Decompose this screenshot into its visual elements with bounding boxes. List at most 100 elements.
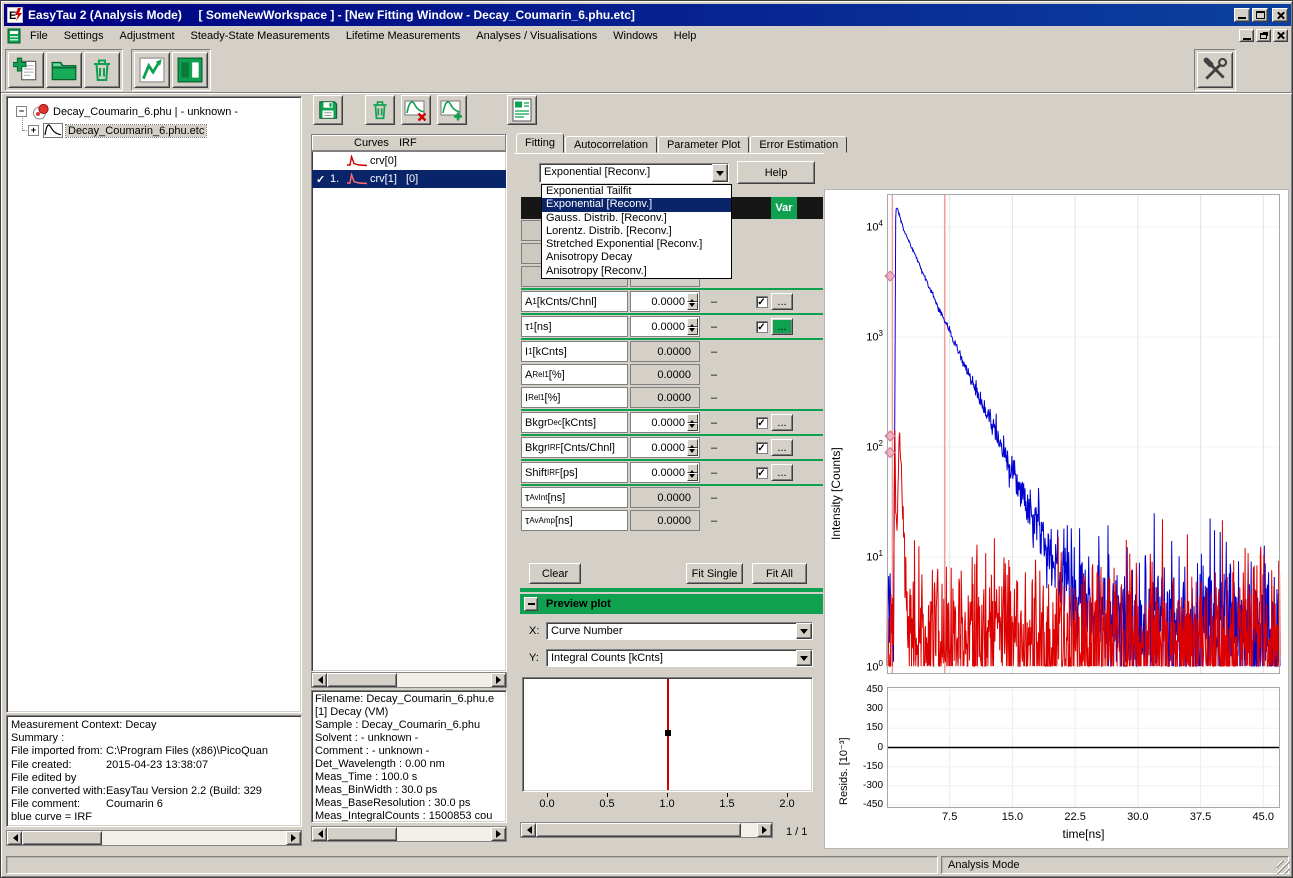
measurement-window-button[interactable] bbox=[172, 52, 208, 88]
workspace-tree[interactable]: − Decay_Coumarin_6.phu | - unknown - + D… bbox=[6, 96, 302, 713]
model-option-anisotropy-decay[interactable]: Anisotropy Decay bbox=[542, 251, 731, 264]
model-option-anisotropy-reconv[interactable]: Anisotropy [Reconv.] bbox=[542, 265, 731, 278]
value-spinner[interactable] bbox=[687, 414, 698, 431]
param-value-field[interactable]: 0.0000 bbox=[630, 437, 700, 458]
value-spinner[interactable] bbox=[687, 439, 698, 456]
tree-collapse-box[interactable]: − bbox=[16, 106, 27, 117]
menu-file[interactable]: File bbox=[22, 28, 56, 44]
decay-plot-svg[interactable] bbox=[887, 194, 1280, 674]
mdi-close-button[interactable] bbox=[1273, 29, 1288, 42]
scroll-right-button[interactable] bbox=[491, 827, 506, 841]
param-options-button[interactable]: ... bbox=[771, 293, 793, 310]
param-fit-checkbox[interactable]: ✓ bbox=[752, 467, 771, 479]
scroll-thumb[interactable] bbox=[327, 827, 397, 841]
scroll-right-button[interactable] bbox=[286, 831, 301, 845]
scroll-right-button[interactable] bbox=[491, 673, 506, 687]
dropdown-arrow-icon[interactable] bbox=[796, 623, 812, 639]
remove-curve-button[interactable] bbox=[401, 95, 431, 125]
tree-expand-box[interactable]: + bbox=[28, 125, 39, 136]
model-option-lorentz-distrib-reconv[interactable]: Lorentz. Distrib. [Reconv.] bbox=[542, 225, 731, 238]
delete-button[interactable] bbox=[84, 52, 120, 88]
scroll-track[interactable] bbox=[397, 673, 491, 687]
menu-windows[interactable]: Windows bbox=[605, 28, 666, 44]
tab-parameter-plot[interactable]: Parameter Plot bbox=[658, 136, 749, 153]
fit-single-button[interactable]: Fit Single bbox=[686, 563, 743, 584]
collapse-button[interactable] bbox=[524, 597, 538, 611]
cursor-handle[interactable] bbox=[885, 431, 895, 441]
curve-list-item[interactable]: crv[0] bbox=[312, 152, 506, 170]
menu-settings[interactable]: Settings bbox=[56, 28, 112, 44]
param-value-field[interactable]: 0.0000 bbox=[630, 412, 700, 433]
preview-y-combobox[interactable]: Integral Counts [kCnts] bbox=[546, 649, 813, 667]
tab-error-estimation[interactable]: Error Estimation bbox=[750, 136, 847, 153]
menu-analyses-visualisations[interactable]: Analyses / Visualisations bbox=[468, 28, 605, 44]
mdi-restore-button[interactable] bbox=[1256, 29, 1271, 42]
tab-autocorrelation[interactable]: Autocorrelation bbox=[565, 136, 657, 153]
scroll-right-button[interactable] bbox=[757, 823, 772, 837]
tools-button[interactable] bbox=[1197, 52, 1233, 88]
report-button[interactable] bbox=[507, 95, 537, 125]
scroll-left-button[interactable] bbox=[312, 827, 327, 841]
model-dropdown-list[interactable]: Exponential TailfitExponential [Reconv.]… bbox=[541, 184, 732, 279]
fit-all-button[interactable]: Fit All bbox=[752, 563, 807, 584]
param-value-field[interactable]: 0.0000 bbox=[630, 462, 700, 483]
preview-plot-area[interactable] bbox=[522, 677, 813, 792]
cursor-handle[interactable] bbox=[885, 271, 895, 281]
clear-button[interactable]: Clear bbox=[529, 563, 581, 584]
curve-list-item[interactable]: ✓1.crv[1][0] bbox=[312, 170, 506, 188]
param-options-button[interactable]: ... bbox=[771, 414, 793, 431]
scroll-left-button[interactable] bbox=[7, 831, 22, 845]
resize-grip[interactable] bbox=[1277, 861, 1290, 874]
curve-info-scrollbar[interactable] bbox=[311, 826, 507, 842]
menu-lifetime-measurements[interactable]: Lifetime Measurements bbox=[338, 28, 468, 44]
preview-x-combobox[interactable]: Curve Number bbox=[546, 622, 813, 640]
residuals-plot-svg[interactable] bbox=[887, 687, 1280, 808]
new-analysis-button[interactable] bbox=[8, 52, 44, 88]
scroll-thumb[interactable] bbox=[22, 831, 102, 845]
scroll-left-button[interactable] bbox=[312, 673, 327, 687]
param-fit-checkbox[interactable]: ✓ bbox=[752, 442, 771, 454]
dropdown-arrow-icon[interactable] bbox=[712, 164, 728, 182]
scroll-track[interactable] bbox=[102, 831, 286, 845]
scroll-track[interactable] bbox=[397, 827, 491, 841]
param-value-field[interactable]: 0.0000 bbox=[630, 291, 700, 312]
menu-help[interactable]: Help bbox=[666, 28, 705, 44]
curves-horizontal-scrollbar[interactable] bbox=[311, 672, 507, 688]
value-spinner[interactable] bbox=[687, 293, 698, 310]
app-icon[interactable]: E bbox=[7, 7, 23, 23]
scroll-left-button[interactable] bbox=[521, 823, 536, 837]
mdi-child-icon[interactable] bbox=[6, 28, 22, 44]
param-options-button[interactable]: ... bbox=[771, 464, 793, 481]
param-fit-checkbox[interactable]: ✓ bbox=[752, 417, 771, 429]
curve-checkbox[interactable]: ✓ bbox=[316, 173, 330, 186]
cursor-handle[interactable] bbox=[885, 448, 895, 458]
minimize-button[interactable] bbox=[1234, 8, 1250, 22]
add-curve-button[interactable] bbox=[437, 95, 467, 125]
param-value-field[interactable]: 0.0000 bbox=[630, 316, 700, 337]
scroll-thumb[interactable] bbox=[327, 673, 397, 687]
param-options-button[interactable]: ... bbox=[771, 318, 793, 335]
model-option-exponential-tailfit[interactable]: Exponential Tailfit bbox=[542, 185, 731, 198]
close-button[interactable] bbox=[1272, 8, 1288, 22]
dropdown-arrow-icon[interactable] bbox=[796, 650, 812, 666]
maximize-button[interactable] bbox=[1252, 8, 1268, 22]
save-curve-button[interactable] bbox=[313, 95, 343, 125]
model-option-exponential-reconv[interactable]: Exponential [Reconv.] bbox=[542, 198, 731, 211]
mdi-minimize-button[interactable] bbox=[1239, 29, 1254, 42]
scroll-track[interactable] bbox=[741, 823, 757, 837]
value-spinner[interactable] bbox=[687, 318, 698, 335]
menu-adjustment[interactable]: Adjustment bbox=[111, 28, 182, 44]
delete-curve-button[interactable] bbox=[365, 95, 395, 125]
tab-fitting[interactable]: Fitting bbox=[516, 133, 564, 153]
title-bar[interactable]: E EasyTau 2 (Analysis Mode) [ SomeNewWor… bbox=[4, 4, 1291, 26]
param-fit-checkbox[interactable]: ✓ bbox=[752, 321, 771, 333]
model-option-gauss-distrib-reconv[interactable]: Gauss. Distrib. [Reconv.] bbox=[542, 212, 731, 225]
help-button[interactable]: Help bbox=[737, 161, 815, 184]
value-spinner[interactable] bbox=[687, 464, 698, 481]
scroll-thumb[interactable] bbox=[536, 823, 741, 837]
tree-child-label[interactable]: Decay_Coumarin_6.phu.etc bbox=[66, 125, 206, 137]
preview-pager-scrollbar[interactable] bbox=[520, 822, 773, 838]
curves-list[interactable]: Curves IRF crv[0]✓1.crv[1][0] bbox=[311, 134, 507, 672]
open-button[interactable] bbox=[46, 52, 82, 88]
model-option-stretched-exponential-reconv[interactable]: Stretched Exponential [Reconv.] bbox=[542, 238, 731, 251]
